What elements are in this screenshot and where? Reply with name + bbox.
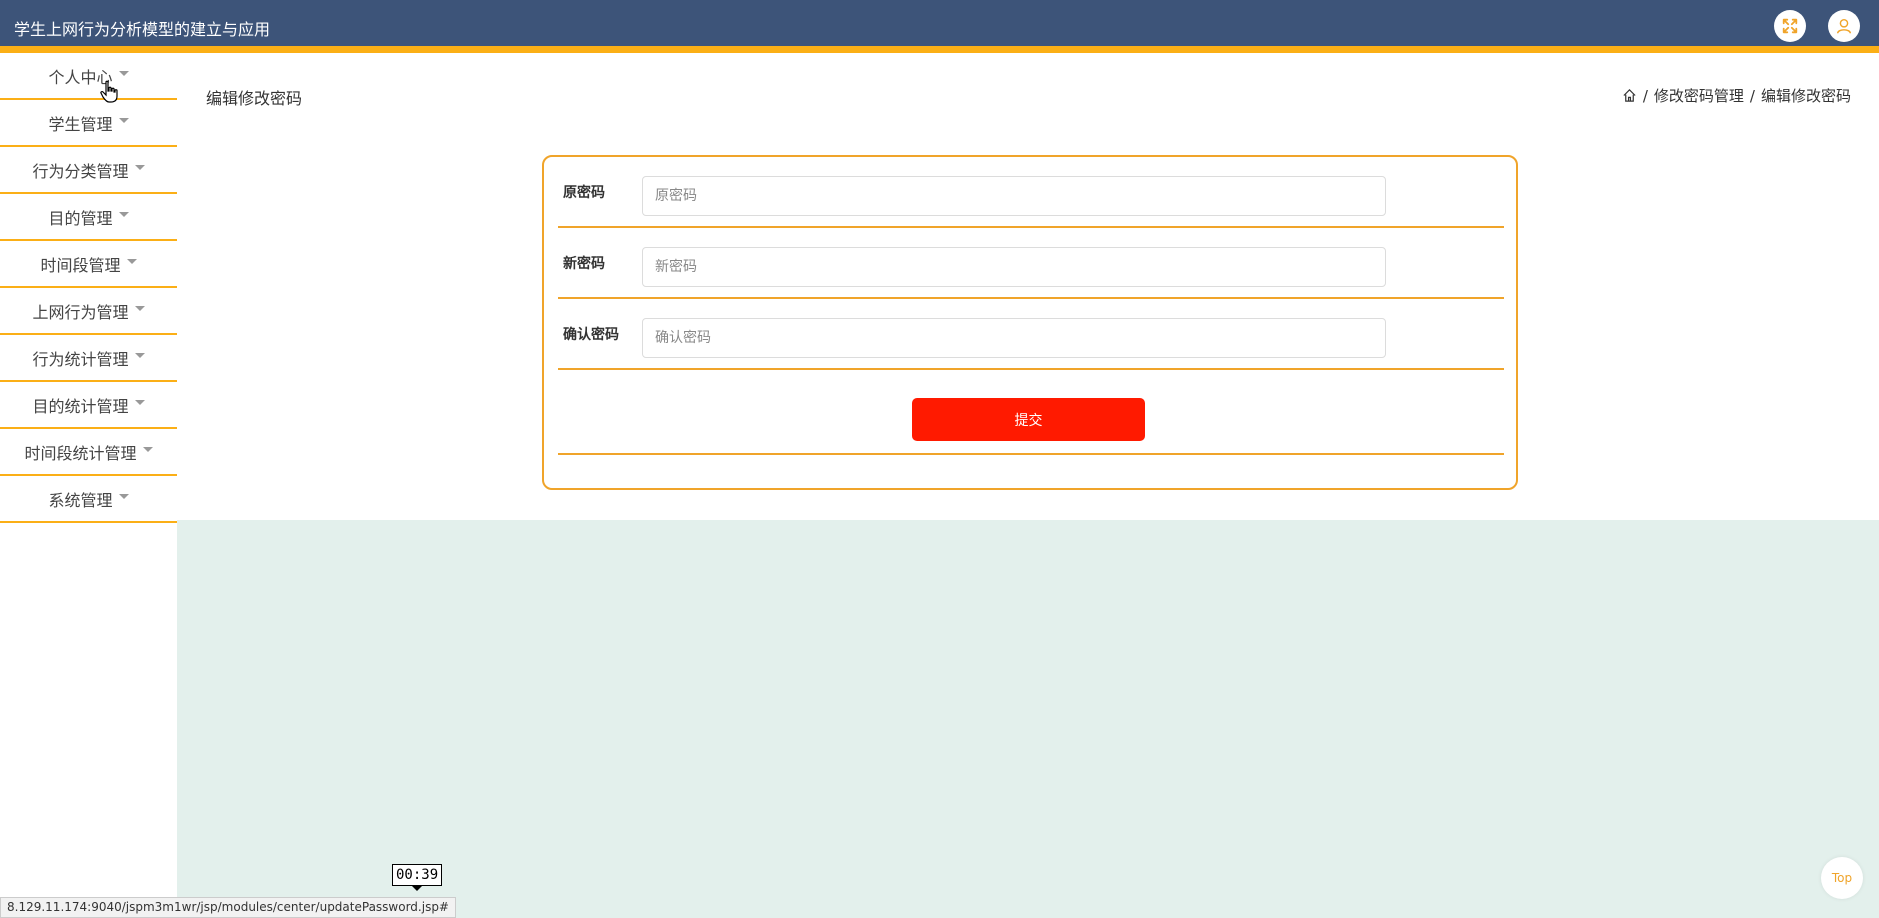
sidebar-item-label: 行为统计管理 bbox=[32, 349, 129, 369]
sidebar-item-label: 行为分类管理 bbox=[32, 161, 129, 181]
new-password-input[interactable] bbox=[642, 247, 1386, 287]
back-to-top-button[interactable]: Top bbox=[1821, 857, 1863, 899]
sidebar-item-time-period-stats[interactable]: 时间段统计管理 bbox=[0, 429, 177, 476]
sidebar-item-label: 时间段管理 bbox=[40, 255, 121, 275]
chevron-down-icon bbox=[126, 259, 137, 264]
breadcrumb-item-edit-password: 编辑修改密码 bbox=[1760, 87, 1851, 105]
form-row-confirm-password: 确认密码 bbox=[558, 299, 1504, 370]
status-bar-url: 8.129.11.174:9040/jspm3m1wr/jsp/modules/… bbox=[0, 897, 456, 918]
fullscreen-button[interactable] bbox=[1774, 10, 1806, 42]
form-row-old-password: 原密码 bbox=[558, 157, 1504, 228]
chevron-down-icon bbox=[118, 212, 129, 217]
user-icon bbox=[1836, 18, 1852, 34]
sidebar-item-label: 上网行为管理 bbox=[32, 302, 129, 322]
sidebar-item-online-behavior[interactable]: 上网行为管理 bbox=[0, 288, 177, 335]
chevron-down-icon bbox=[134, 306, 145, 311]
fullscreen-icon bbox=[1782, 18, 1798, 34]
sidebar-item-student-management[interactable]: 学生管理 bbox=[0, 100, 177, 147]
sidebar-item-time-period[interactable]: 时间段管理 bbox=[0, 241, 177, 288]
chevron-down-icon bbox=[118, 118, 129, 123]
home-icon[interactable] bbox=[1622, 88, 1637, 103]
sidebar-item-label: 学生管理 bbox=[48, 114, 113, 134]
sidebar-item-purpose-management[interactable]: 目的管理 bbox=[0, 194, 177, 241]
form-row-new-password: 新密码 bbox=[558, 228, 1504, 299]
chevron-down-icon bbox=[118, 494, 129, 499]
old-password-label: 原密码 bbox=[563, 185, 605, 201]
app-title: 学生上网行为分析模型的建立与应用 bbox=[14, 20, 271, 39]
breadcrumb-separator: / bbox=[1749, 86, 1755, 105]
password-form: 原密码 新密码 确认密码 提交 bbox=[542, 155, 1518, 490]
sidebar-item-system-management[interactable]: 系统管理 bbox=[0, 476, 177, 523]
video-timer: 00:39 bbox=[392, 864, 443, 891]
sidebar-item-behavior-stats[interactable]: 行为统计管理 bbox=[0, 335, 177, 382]
top-header: 学生上网行为分析模型的建立与应用 bbox=[0, 0, 1879, 53]
submit-button[interactable]: 提交 bbox=[912, 398, 1145, 441]
sidebar-item-label: 时间段统计管理 bbox=[24, 443, 137, 463]
sidebar-item-label: 目的统计管理 bbox=[32, 396, 129, 416]
breadcrumb-item-password-management[interactable]: 修改密码管理 bbox=[1654, 85, 1744, 106]
user-button[interactable] bbox=[1828, 10, 1860, 42]
chevron-down-icon bbox=[118, 71, 129, 76]
old-password-input[interactable] bbox=[642, 176, 1386, 216]
sidebar-item-label: 系统管理 bbox=[48, 490, 113, 510]
breadcrumb-separator: / bbox=[1642, 86, 1648, 105]
sidebar-menu: 个人中心 学生管理 行为分类管理 目的管理 时间段管理 上网行为管理 行为统计管… bbox=[0, 53, 177, 918]
chevron-down-icon bbox=[134, 165, 145, 170]
sidebar-item-label: 目的管理 bbox=[48, 208, 113, 228]
sidebar-item-purpose-stats[interactable]: 目的统计管理 bbox=[0, 382, 177, 429]
sidebar-item-behavior-category[interactable]: 行为分类管理 bbox=[0, 147, 177, 194]
chevron-down-icon bbox=[142, 447, 153, 452]
breadcrumb: / 修改密码管理 / 编辑修改密码 bbox=[1622, 85, 1851, 106]
content-background bbox=[177, 520, 1879, 918]
sidebar-item-personal-center[interactable]: 个人中心 bbox=[0, 53, 177, 100]
hand-cursor-icon bbox=[100, 80, 118, 103]
chevron-down-icon bbox=[134, 353, 145, 358]
form-divider bbox=[558, 453, 1504, 455]
new-password-label: 新密码 bbox=[563, 256, 605, 272]
confirm-password-input[interactable] bbox=[642, 318, 1386, 358]
chevron-down-icon bbox=[134, 400, 145, 405]
page-title: 编辑修改密码 bbox=[206, 89, 303, 108]
confirm-password-label: 确认密码 bbox=[563, 327, 619, 343]
